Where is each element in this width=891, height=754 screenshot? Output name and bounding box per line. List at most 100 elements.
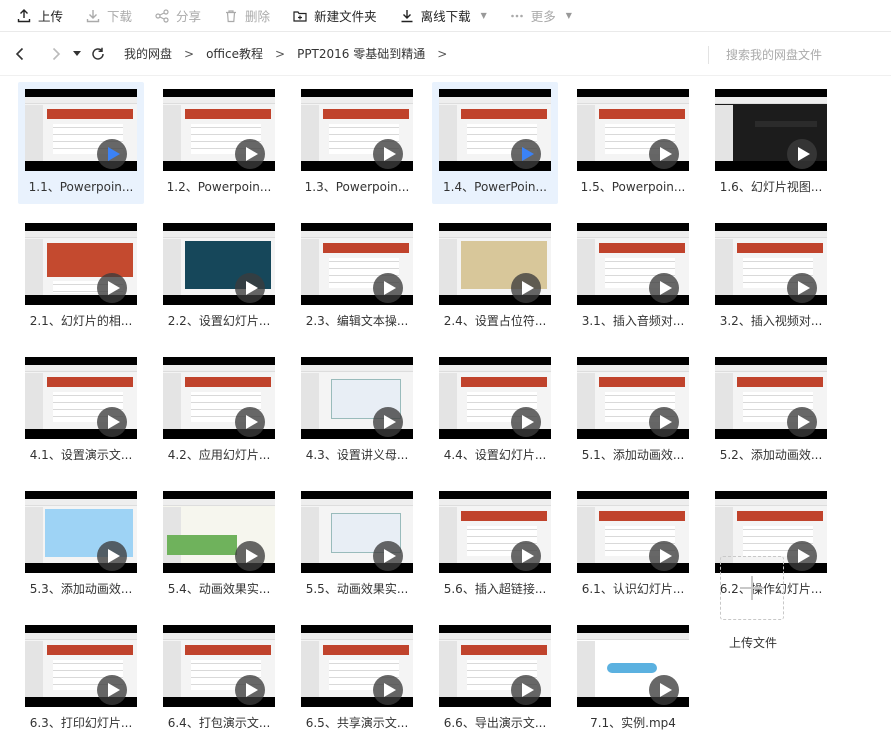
file-name[interactable]: 5.3、添加动画效... [18, 580, 144, 597]
file-item[interactable]: 6.1、认识幻灯片... [570, 484, 696, 606]
play-icon[interactable] [787, 273, 817, 303]
play-icon[interactable] [235, 273, 265, 303]
video-thumbnail[interactable] [439, 491, 551, 573]
play-icon[interactable] [511, 541, 541, 571]
video-thumbnail[interactable] [301, 491, 413, 573]
refresh-icon[interactable] [86, 42, 110, 66]
file-name[interactable]: 3.1、插入音频对... [570, 312, 696, 329]
new-folder-button[interactable]: 新建文件夹 [292, 0, 377, 32]
play-icon[interactable] [235, 139, 265, 169]
play-icon[interactable] [511, 675, 541, 705]
file-item[interactable]: 1.4、PowerPoin... [432, 82, 558, 204]
download-button[interactable]: 下载 [85, 0, 132, 32]
file-item[interactable]: 6.5、共享演示文... [294, 618, 420, 740]
video-thumbnail[interactable] [577, 223, 689, 305]
play-icon[interactable] [373, 139, 403, 169]
play-icon[interactable] [649, 273, 679, 303]
upload-file-tile[interactable] [720, 556, 784, 620]
file-item[interactable]: 6.3、打印幻灯片... [18, 618, 144, 740]
file-name[interactable]: 4.3、设置讲义母... [294, 446, 420, 463]
file-item[interactable]: 1.2、Powerpoin... [156, 82, 282, 204]
file-name[interactable]: 6.4、打包演示文... [156, 714, 282, 731]
video-thumbnail[interactable] [301, 625, 413, 707]
video-thumbnail[interactable] [25, 625, 137, 707]
play-icon[interactable] [373, 675, 403, 705]
file-item[interactable]: 4.1、设置演示文... [18, 350, 144, 472]
file-name[interactable]: 2.1、幻灯片的相... [18, 312, 144, 329]
more-button[interactable]: 更多 ▼ [509, 0, 572, 32]
play-icon[interactable] [649, 139, 679, 169]
file-item[interactable]: 3.1、插入音频对... [570, 216, 696, 338]
play-icon[interactable] [511, 273, 541, 303]
video-thumbnail[interactable] [715, 89, 827, 171]
play-icon[interactable] [235, 541, 265, 571]
breadcrumb-item-ppt2016[interactable]: PPT2016 零基础到精通 [297, 45, 425, 62]
file-item[interactable]: 5.2、添加动画效... [708, 350, 834, 472]
file-name[interactable]: 1.3、Powerpoin... [294, 178, 420, 195]
file-item[interactable]: 5.4、动画效果实... [156, 484, 282, 606]
video-thumbnail[interactable] [25, 491, 137, 573]
file-item[interactable]: 2.3、编辑文本操... [294, 216, 420, 338]
play-icon[interactable] [373, 541, 403, 571]
video-thumbnail[interactable] [577, 625, 689, 707]
file-name[interactable]: 6.1、认识幻灯片... [570, 580, 696, 597]
play-icon[interactable] [235, 407, 265, 437]
chevron-down-icon[interactable]: ▼ [481, 11, 487, 20]
play-icon[interactable] [649, 675, 679, 705]
play-icon[interactable] [511, 407, 541, 437]
video-thumbnail[interactable] [577, 89, 689, 171]
file-name[interactable]: 4.1、设置演示文... [18, 446, 144, 463]
file-item[interactable]: 7.1、实例.mp4 [570, 618, 696, 740]
file-name[interactable]: 6.3、打印幻灯片... [18, 714, 144, 731]
video-thumbnail[interactable] [163, 625, 275, 707]
file-name[interactable]: 6.6、导出演示文... [432, 714, 558, 731]
file-name[interactable]: 4.4、设置幻灯片... [432, 446, 558, 463]
play-icon[interactable] [511, 139, 541, 169]
play-icon[interactable] [97, 139, 127, 169]
delete-button[interactable]: 删除 [223, 0, 270, 32]
chevron-down-icon[interactable]: ▼ [566, 11, 572, 20]
file-name[interactable]: 2.3、编辑文本操... [294, 312, 420, 329]
file-item[interactable]: 5.1、添加动画效... [570, 350, 696, 472]
file-name[interactable]: 5.4、动画效果实... [156, 580, 282, 597]
play-icon[interactable] [787, 407, 817, 437]
file-name[interactable]: 5.2、添加动画效... [708, 446, 834, 463]
file-item[interactable]: 4.4、设置幻灯片... [432, 350, 558, 472]
file-name[interactable]: 5.1、添加动画效... [570, 446, 696, 463]
file-name[interactable]: 4.2、应用幻灯片... [156, 446, 282, 463]
file-item[interactable]: 6.6、导出演示文... [432, 618, 558, 740]
video-thumbnail[interactable] [577, 357, 689, 439]
play-icon[interactable] [649, 407, 679, 437]
video-thumbnail[interactable] [163, 89, 275, 171]
video-thumbnail[interactable] [577, 491, 689, 573]
forward-arrow-icon[interactable] [44, 42, 68, 66]
video-thumbnail[interactable] [439, 357, 551, 439]
video-thumbnail[interactable] [163, 223, 275, 305]
file-item[interactable]: 5.5、动画效果实... [294, 484, 420, 606]
file-name[interactable]: 3.2、插入视频对... [708, 312, 834, 329]
file-item[interactable]: 2.4、设置占位符... [432, 216, 558, 338]
file-name[interactable]: 1.2、Powerpoin... [156, 178, 282, 195]
video-thumbnail[interactable] [25, 89, 137, 171]
file-name[interactable]: 2.4、设置占位符... [432, 312, 558, 329]
file-item[interactable]: 5.3、添加动画效... [18, 484, 144, 606]
play-icon[interactable] [787, 139, 817, 169]
file-item[interactable]: 1.6、幻灯片视图... [708, 82, 834, 204]
file-name[interactable]: 1.4、PowerPoin... [432, 178, 558, 195]
file-name[interactable]: 1.1、Powerpoin... [18, 178, 144, 195]
file-name[interactable]: 5.6、插入超链接... [432, 580, 558, 597]
file-name[interactable]: 2.2、设置幻灯片... [156, 312, 282, 329]
file-name[interactable]: 5.5、动画效果实... [294, 580, 420, 597]
video-thumbnail[interactable] [439, 625, 551, 707]
file-name[interactable]: 6.5、共享演示文... [294, 714, 420, 731]
breadcrumb-item-office[interactable]: office教程 [206, 45, 263, 62]
file-item[interactable]: 6.4、打包演示文... [156, 618, 282, 740]
video-thumbnail[interactable] [301, 357, 413, 439]
upload-button[interactable]: 上传 [16, 0, 63, 32]
file-item[interactable]: 2.2、设置幻灯片... [156, 216, 282, 338]
file-name[interactable]: 1.5、Powerpoin... [570, 178, 696, 195]
play-icon[interactable] [787, 541, 817, 571]
play-icon[interactable] [97, 541, 127, 571]
video-thumbnail[interactable] [439, 223, 551, 305]
video-thumbnail[interactable] [163, 357, 275, 439]
